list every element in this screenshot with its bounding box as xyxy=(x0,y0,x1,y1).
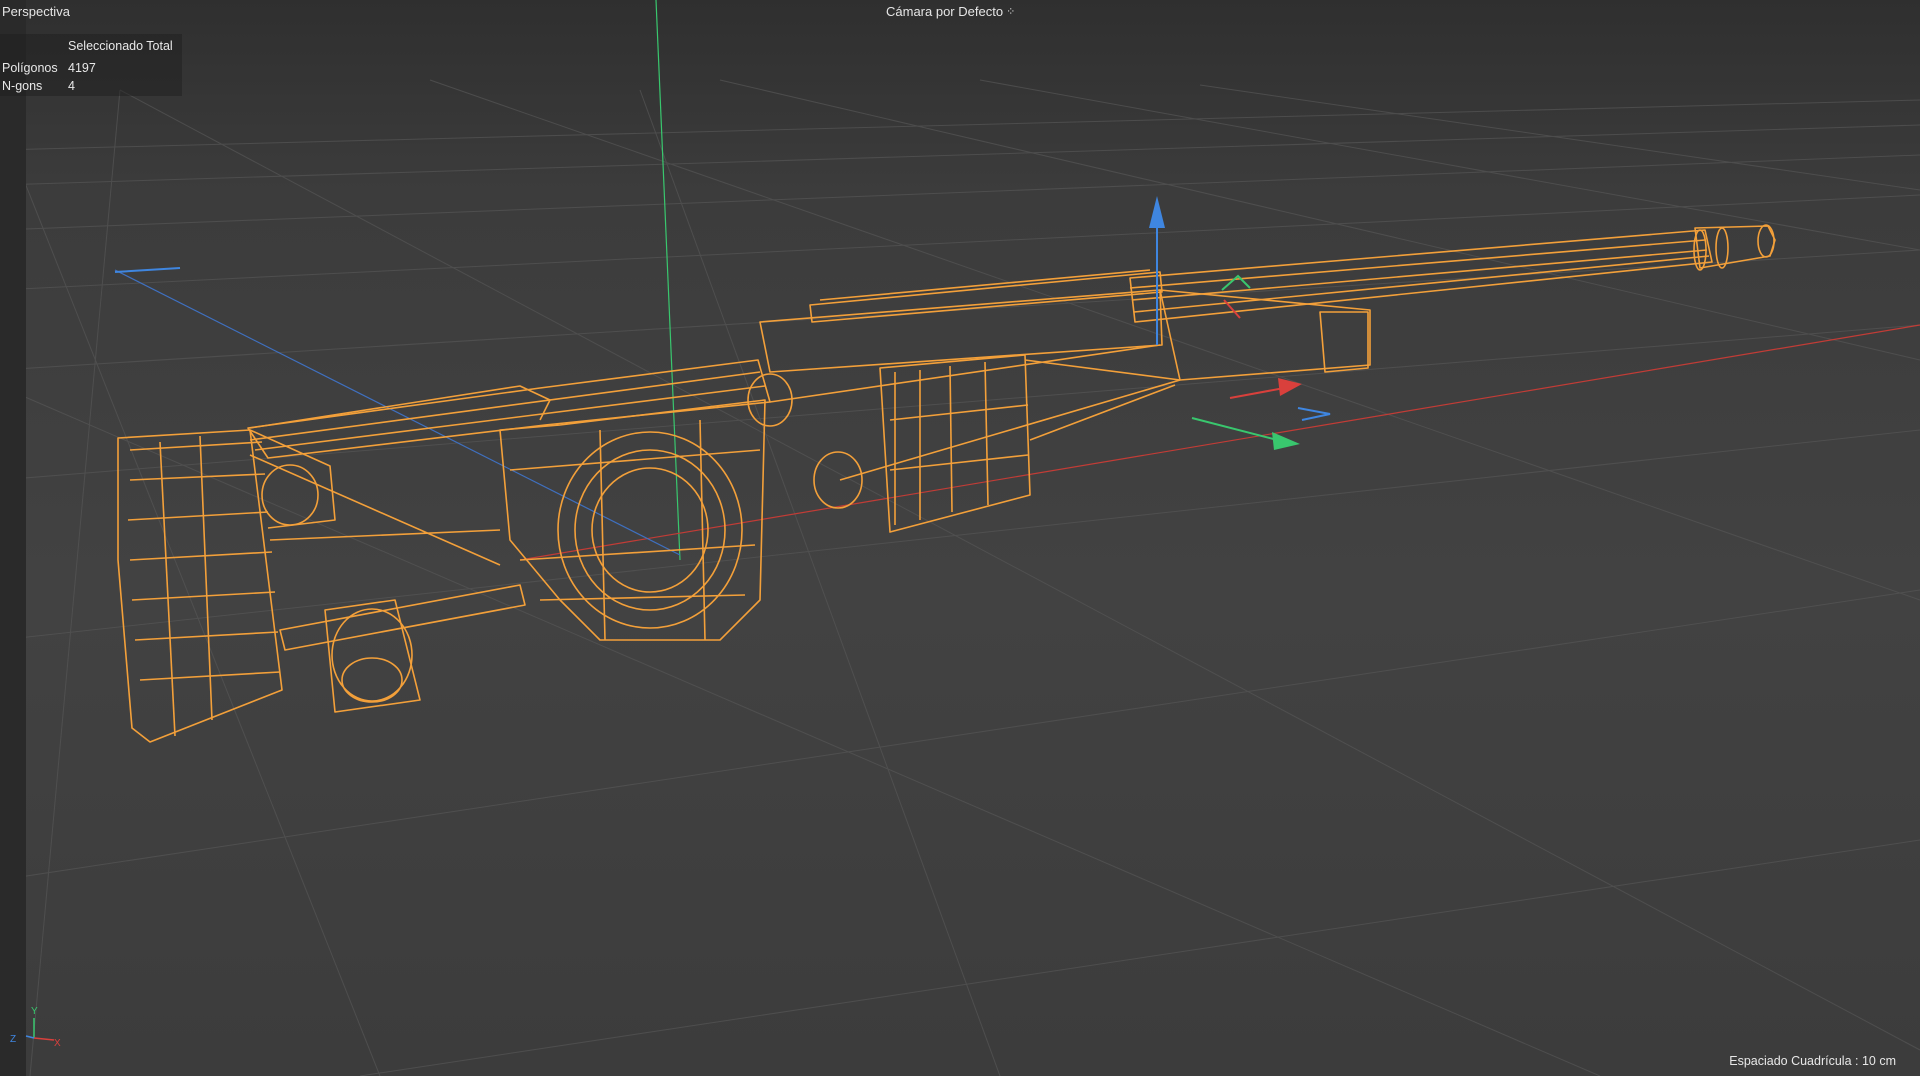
gizmo-x-arrow xyxy=(1272,432,1300,450)
rifle-wireframe-model[interactable] xyxy=(117,224,1776,743)
floor-grid xyxy=(0,79,1920,1076)
stats-label: Polígonos xyxy=(2,61,58,75)
stats-label: N-gons xyxy=(2,79,43,93)
gizmo-y-arrow xyxy=(1149,196,1165,228)
stats-header: Seleccionado Total xyxy=(68,39,173,53)
gizmo-z-chevron xyxy=(1297,407,1331,421)
world-axis-x xyxy=(519,324,1920,561)
3d-viewport[interactable]: Perspectiva Cámara por Defecto ⁘ Selecci… xyxy=(0,0,1920,1076)
world-axis-indicator: Y Z X xyxy=(10,1006,61,1048)
world-axis-y xyxy=(655,0,681,561)
grid-spacing-label: Espaciado Cuadrícula : 10 cm xyxy=(1729,1054,1896,1068)
stats-row-ngons: N-gons 4 xyxy=(2,79,75,93)
camera-selector[interactable]: Cámara por Defecto ⁘ xyxy=(886,4,1015,19)
view-name-label[interactable]: Perspectiva xyxy=(2,4,70,19)
world-axis-z xyxy=(114,269,681,556)
viewport-scene[interactable] xyxy=(0,0,1920,1076)
stats-value: 4197 xyxy=(68,61,96,75)
gizmo-red-arrow xyxy=(1278,378,1302,396)
viewport-left-border xyxy=(0,0,26,1076)
world-axis-z-marker xyxy=(114,267,181,273)
camera-name-label: Cámara por Defecto xyxy=(886,4,1004,19)
object-axis-gizmo[interactable] xyxy=(1149,196,1331,450)
axis-y-label: Y xyxy=(31,1006,38,1017)
selection-stats-hud: Seleccionado Total Polígonos 4197 N-gons 4 xyxy=(0,34,182,96)
stats-value: 4 xyxy=(68,79,75,93)
axis-x-label: X xyxy=(54,1038,61,1048)
axis-z-label: Z xyxy=(10,1034,16,1045)
camera-dots-icon[interactable]: ⁘ xyxy=(1006,5,1015,18)
stats-row-polygons: Polígonos 4197 xyxy=(2,61,96,75)
